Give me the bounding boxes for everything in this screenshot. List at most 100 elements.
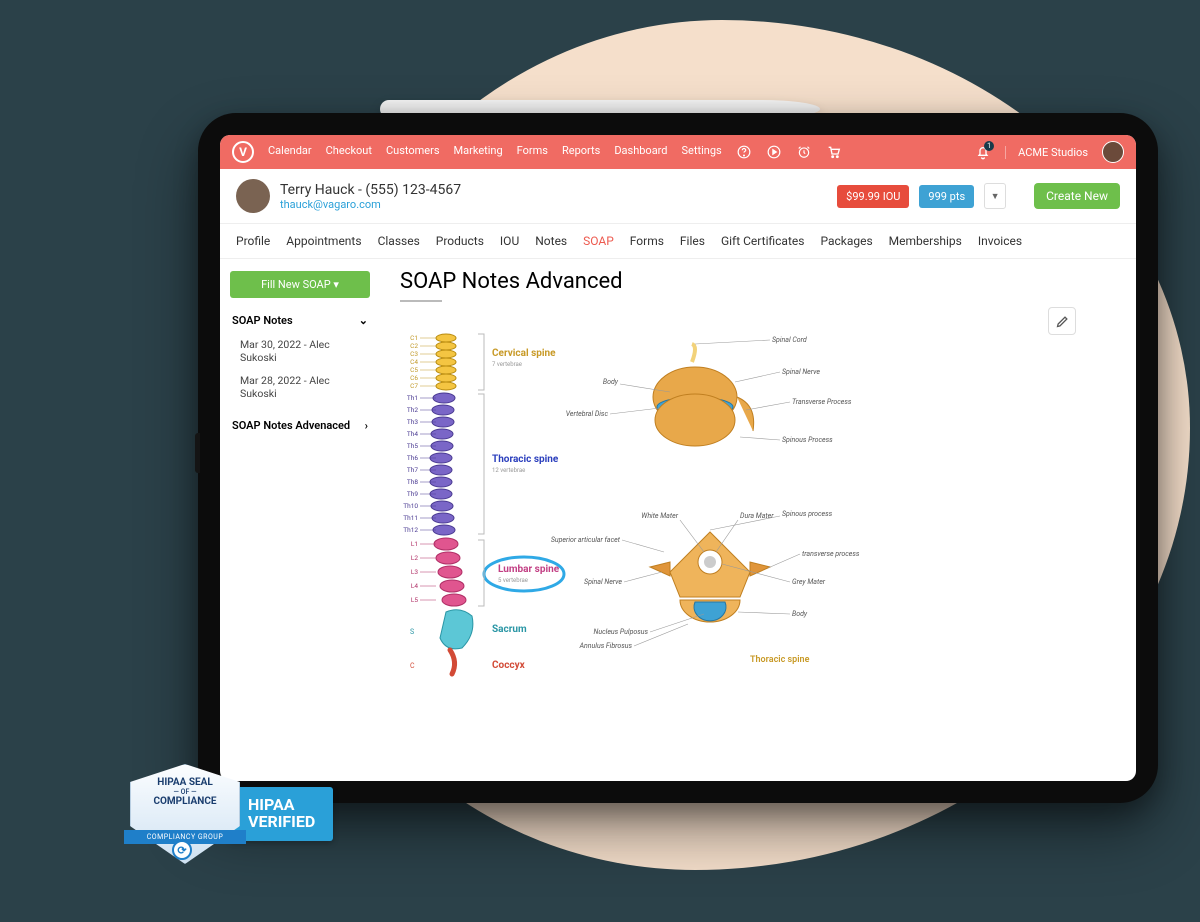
tab-classes[interactable]: Classes (378, 234, 420, 248)
hipaa-seal-of: — OF — (174, 788, 197, 796)
pencil-icon (1055, 314, 1070, 329)
tab-files[interactable]: Files (680, 234, 705, 248)
svg-text:Spinous Process: Spinous Process (782, 436, 833, 444)
tab-forms[interactable]: Forms (630, 234, 664, 248)
customer-header: Terry Hauck - (555) 123-4567 thauck@vaga… (220, 169, 1136, 224)
svg-text:C4: C4 (410, 358, 418, 366)
svg-text:Spinal Nerve: Spinal Nerve (584, 578, 622, 586)
svg-text:C7: C7 (410, 382, 418, 390)
sidebar-item-note-2[interactable]: Mar 28, 2022 - Alec Sukoski (230, 369, 370, 405)
svg-text:Th11: Th11 (403, 514, 418, 522)
label-lumbar: Lumbar spine (498, 564, 560, 575)
svg-text:Spinal Nerve: Spinal Nerve (782, 368, 820, 376)
nav-settings[interactable]: Settings (682, 144, 722, 160)
logo[interactable]: V (232, 141, 254, 163)
svg-text:Body: Body (603, 378, 619, 386)
chevron-right-icon: › (365, 419, 368, 432)
chevron-down-icon: ⌄ (359, 314, 368, 327)
svg-text:5 vertebrae: 5 vertebrae (498, 577, 528, 584)
play-icon[interactable] (766, 144, 782, 160)
tab-invoices[interactable]: Invoices (978, 234, 1022, 248)
tablet-frame: V Calendar Checkout Customers Marketing … (198, 113, 1158, 803)
tabs: Profile Appointments Classes Products IO… (220, 224, 1136, 259)
tab-profile[interactable]: Profile (236, 234, 270, 248)
sidebar-group-soap-notes-label: SOAP Notes (232, 314, 293, 327)
create-new-button[interactable]: Create New (1034, 183, 1120, 209)
svg-text:Th2: Th2 (407, 406, 418, 414)
tab-packages[interactable]: Packages (820, 234, 872, 248)
tab-products[interactable]: Products (436, 234, 484, 248)
edit-button[interactable] (1048, 307, 1076, 335)
svg-text:L3: L3 (411, 568, 419, 576)
top-nav: V Calendar Checkout Customers Marketing … (220, 135, 1136, 169)
svg-text:Th5: Th5 (407, 442, 418, 450)
svg-text:C: C (410, 662, 415, 670)
nav-marketing[interactable]: Marketing (454, 144, 503, 160)
sidebar-group-soap-notes[interactable]: SOAP Notes ⌄ (230, 308, 370, 333)
iou-badge[interactable]: $99.99 IOU (837, 185, 909, 208)
svg-text:Spinous process: Spinous process (782, 510, 833, 518)
svg-text:12 vertebrae: 12 vertebrae (492, 467, 525, 474)
svg-text:Grey Mater: Grey Mater (792, 578, 826, 586)
tab-iou[interactable]: IOU (500, 234, 519, 248)
page-title: SOAP Notes Advanced (400, 269, 1116, 294)
svg-text:Superior articular facet: Superior articular facet (551, 536, 621, 544)
fill-new-soap-button[interactable]: Fill New SOAP ▾ (230, 271, 370, 298)
customer-email[interactable]: thauck@vagaro.com (280, 198, 827, 211)
help-icon[interactable] (736, 144, 752, 160)
svg-text:Body: Body (792, 610, 808, 618)
tab-notes[interactable]: Notes (535, 234, 567, 248)
svg-text:C2: C2 (410, 342, 418, 350)
svg-text:L5: L5 (411, 596, 419, 604)
nav-dashboard[interactable]: Dashboard (614, 144, 667, 160)
clock-icon[interactable] (796, 144, 812, 160)
tab-gift-certificates[interactable]: Gift Certificates (721, 234, 804, 248)
tab-appointments[interactable]: Appointments (286, 234, 361, 248)
badge-dropdown[interactable]: ▼ (984, 183, 1006, 209)
svg-text:Th4: Th4 (407, 430, 418, 438)
customer-info: Terry Hauck - (555) 123-4567 thauck@vaga… (280, 182, 827, 211)
sidebar-group-soap-notes-advanced[interactable]: SOAP Notes Advenaced › (230, 413, 370, 438)
svg-text:Annulus Fibrosus: Annulus Fibrosus (579, 642, 633, 650)
nav-checkout[interactable]: Checkout (326, 144, 372, 160)
svg-text:Thoracic spine: Thoracic spine (750, 655, 810, 665)
bell-icon[interactable]: 1 (975, 144, 991, 160)
nav-customers[interactable]: Customers (386, 144, 440, 160)
customer-avatar[interactable] (236, 179, 270, 213)
svg-text:C3: C3 (410, 350, 418, 358)
svg-text:Th7: Th7 (407, 466, 418, 474)
points-badge[interactable]: 999 pts (919, 185, 974, 208)
title-underline (400, 300, 442, 302)
svg-text:L1: L1 (411, 540, 418, 548)
hipaa-seal-line1: HIPAA SEAL (157, 777, 212, 788)
business-name[interactable]: ACME Studios (1005, 146, 1088, 159)
compliancy-group-icon: ⟳ (172, 840, 192, 860)
svg-text:White Mater: White Mater (641, 512, 678, 520)
vertebra-side-diagram: Spinal Cord Body Spinal Nerve Vertebral … (566, 336, 852, 446)
hipaa-seal: HIPAA SEAL — OF — COMPLIANCE COMPLIANCY … (130, 764, 240, 864)
spine-diagram (430, 334, 473, 674)
svg-text:Vertebral Disc: Vertebral Disc (566, 410, 609, 418)
user-avatar[interactable] (1102, 141, 1124, 163)
tab-soap[interactable]: SOAP (583, 234, 614, 248)
hipaa-seal-line2: COMPLIANCE (153, 796, 216, 807)
svg-text:Th10: Th10 (403, 502, 418, 510)
svg-text:Th8: Th8 (407, 478, 418, 486)
customer-name: Terry Hauck - (555) 123-4567 (280, 182, 827, 198)
main: SOAP Notes Advanced (380, 259, 1136, 781)
nav-calendar[interactable]: Calendar (268, 144, 312, 160)
svg-text:Th3: Th3 (407, 418, 418, 426)
tablet-power-button (195, 433, 200, 473)
nav-reports[interactable]: Reports (562, 144, 600, 160)
sidebar-group-advanced-label: SOAP Notes Advenaced (232, 419, 350, 432)
sidebar: Fill New SOAP ▾ SOAP Notes ⌄ Mar 30, 202… (220, 259, 380, 781)
notification-count: 1 (984, 141, 994, 151)
svg-text:Th12: Th12 (403, 526, 418, 534)
nav-forms[interactable]: Forms (517, 144, 548, 160)
cart-icon[interactable] (826, 144, 842, 160)
svg-text:L4: L4 (411, 582, 419, 590)
tab-memberships[interactable]: Memberships (889, 234, 962, 248)
anatomy-diagram: C1C2C3C4C5C6C7 Th1Th2Th3Th4Th5Th6Th7Th8T… (400, 322, 850, 692)
svg-text:C5: C5 (410, 366, 418, 374)
sidebar-item-note-1[interactable]: Mar 30, 2022 - Alec Sukoski (230, 333, 370, 369)
